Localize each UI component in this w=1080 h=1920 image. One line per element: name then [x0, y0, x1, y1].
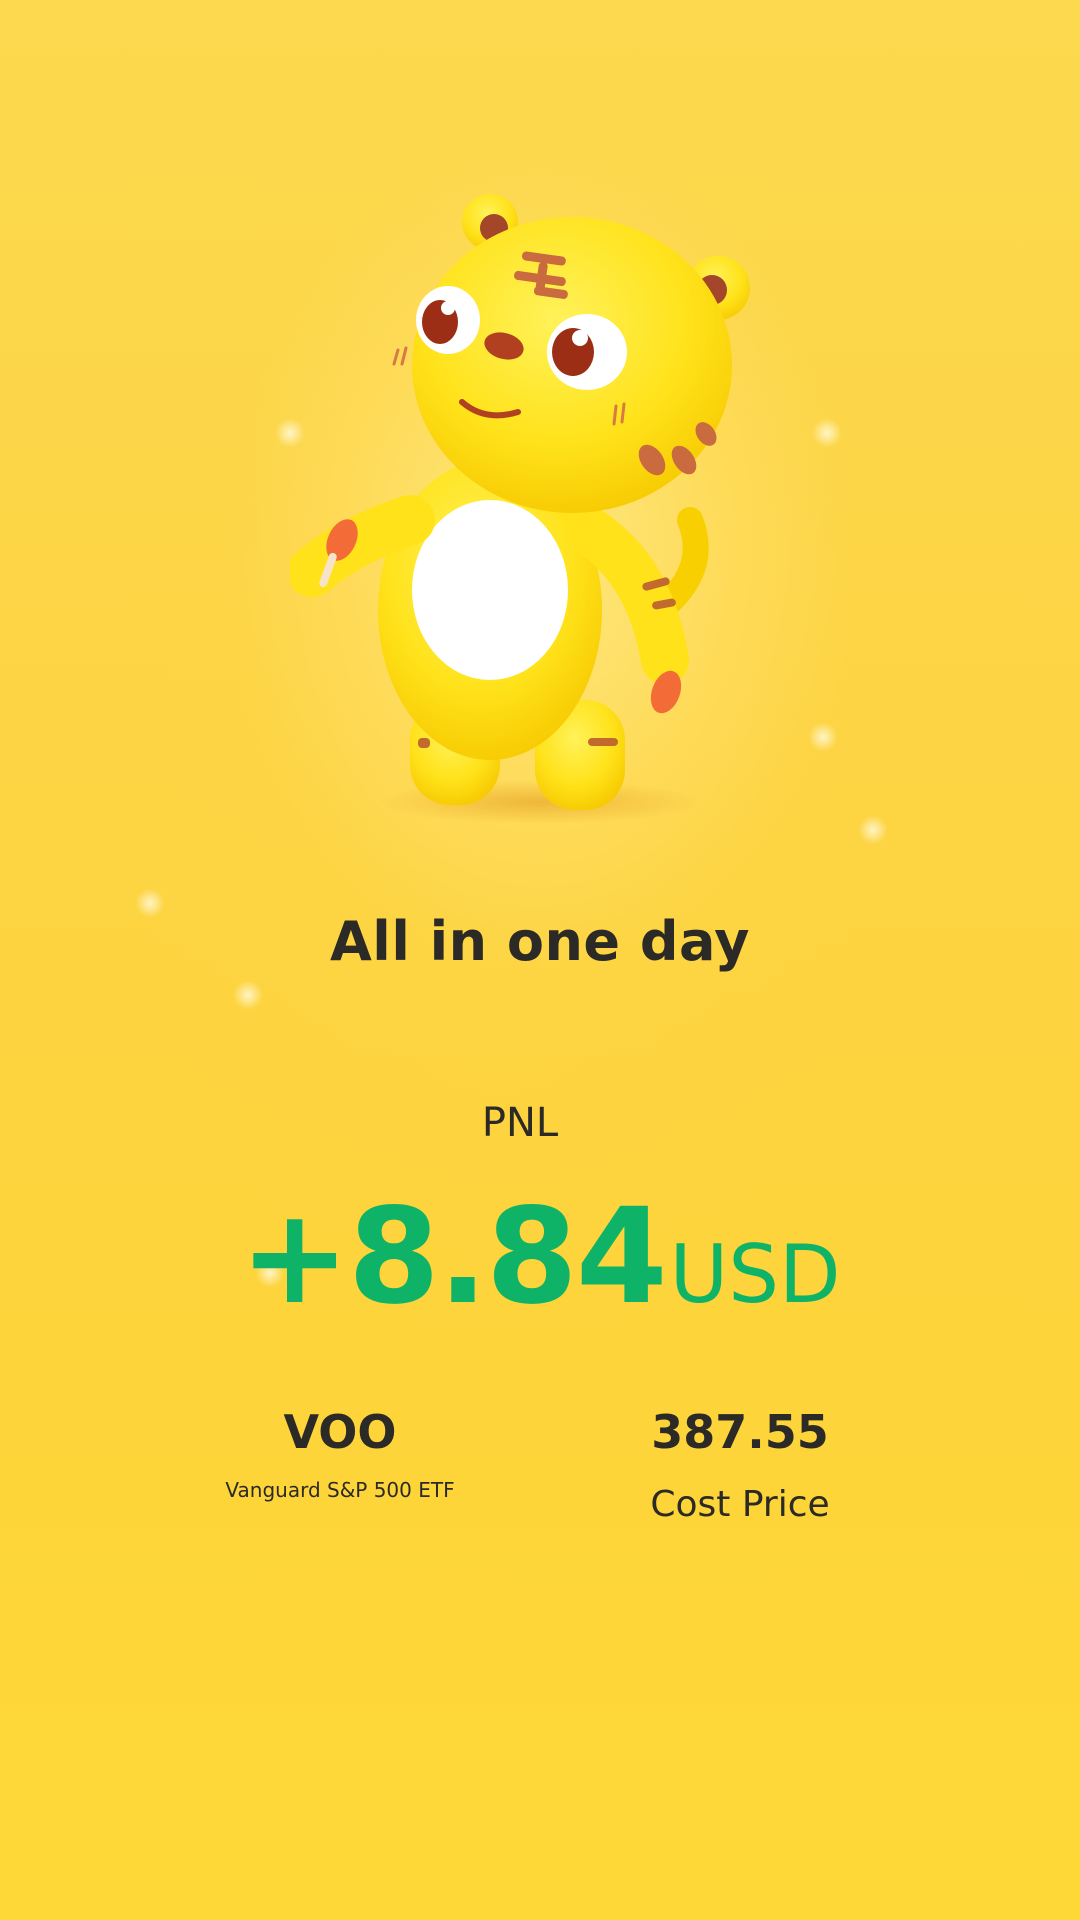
tiger-mascot-icon	[290, 194, 750, 824]
stock-ticker: VOO	[283, 1405, 397, 1459]
headline-title: All in one day	[330, 910, 750, 973]
stock-info: VOO Vanguard S&P 500 ETF	[180, 1400, 500, 1502]
sparkle-decoration	[858, 815, 888, 845]
pnl-amount: +8.84	[239, 1180, 667, 1334]
cost-price-label: Cost Price	[650, 1484, 830, 1525]
cost-info: 387.55 Cost Price	[580, 1400, 900, 1525]
sparkle-decoration	[233, 980, 263, 1010]
sparkle-decoration	[812, 418, 842, 448]
pnl-label: PNL	[481, 1100, 559, 1146]
sparkle-decoration	[808, 722, 838, 752]
pnl-value: +8.84USD	[0, 1180, 1080, 1334]
cost-price-value: 387.55	[651, 1405, 829, 1459]
stock-name: Vanguard S&P 500 ETF	[225, 1478, 455, 1502]
pnl-currency: USD	[669, 1228, 841, 1321]
